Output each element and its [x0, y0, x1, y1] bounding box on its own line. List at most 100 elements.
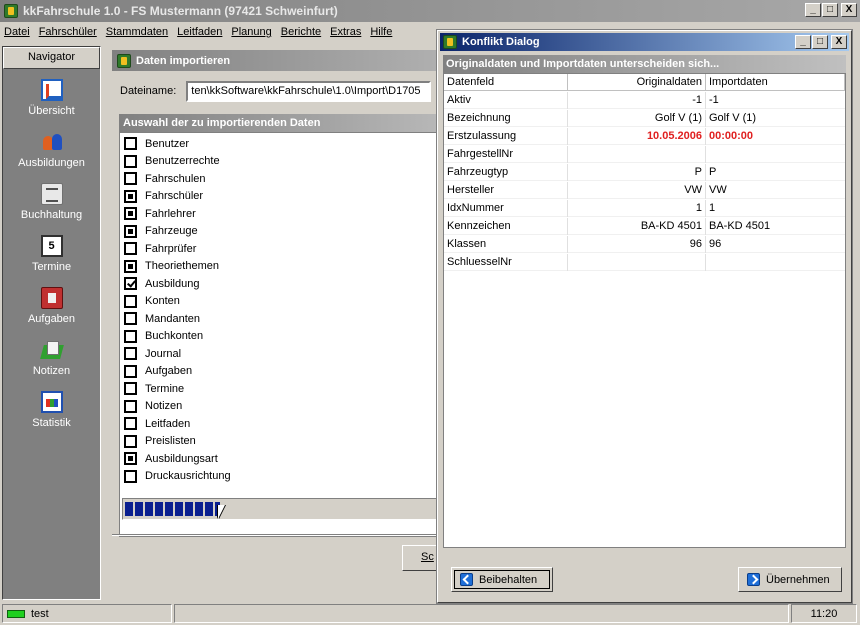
import-item[interactable]: Notizen [124, 398, 182, 415]
nav-item-buchhaltung[interactable]: Buchhaltung [3, 183, 100, 221]
menu-extras[interactable]: Extras [330, 26, 361, 38]
back-arrow-icon [460, 573, 473, 586]
cell-import [706, 254, 845, 271]
import-item[interactable]: Leitfaden [124, 415, 190, 432]
people-icon [41, 131, 63, 153]
overview-icon [40, 79, 63, 101]
minimize-button[interactable]: _ [805, 3, 821, 17]
import-item-checkbox[interactable] [124, 417, 137, 430]
mouse-pointer-icon [218, 505, 232, 519]
import-item-checkbox[interactable] [124, 364, 137, 378]
import-item[interactable]: Ausbildungsart [124, 450, 218, 467]
menu-berichte[interactable]: Berichte [281, 26, 321, 38]
import-item-checkbox[interactable] [124, 242, 137, 255]
import-item-checkbox[interactable] [124, 137, 137, 150]
close-button[interactable]: X [841, 3, 857, 17]
import-item-checkbox[interactable] [124, 259, 137, 273]
column-header-originaldaten[interactable]: Originaldaten [568, 74, 706, 91]
nav-item-statistik[interactable]: Statistik [3, 391, 100, 429]
menu-fahrschueler[interactable]: Fahrschüler [39, 26, 97, 38]
import-selection-list: Benutzer Benutzerrechte Fahrschulen Fahrsch… [119, 132, 442, 537]
apply-button-label: Übernehmen [766, 573, 830, 586]
import-item[interactable]: Preislisten [124, 433, 196, 450]
import-item-checkbox[interactable] [124, 382, 137, 395]
menu-datei[interactable]: Datei [4, 26, 30, 38]
import-item-checkbox[interactable] [124, 294, 137, 308]
import-item-checkbox[interactable] [124, 189, 137, 203]
import-item[interactable]: Fahrlehrer [124, 205, 196, 222]
import-item[interactable]: Termine [124, 380, 184, 397]
table-row[interactable]: Hersteller VW VW [444, 182, 845, 199]
table-row[interactable]: Erstzulassung 10.05.2006 00:00:00 [444, 128, 845, 145]
dialog-maximize-button[interactable]: □ [812, 35, 828, 49]
import-item-checkbox[interactable] [124, 172, 137, 185]
import-item-label: Fahrschüler [145, 190, 204, 202]
keep-button[interactable]: Beibehalten [451, 567, 553, 592]
dialog-close-button[interactable]: X [831, 35, 847, 49]
import-item-label: Journal [145, 347, 182, 360]
import-item[interactable]: Konten [124, 293, 180, 310]
table-row[interactable]: Aktiv -1 -1 [444, 92, 845, 109]
menu-hilfe[interactable]: Hilfe [370, 26, 392, 38]
import-item[interactable]: Ausbildung [124, 275, 199, 292]
import-item-checkbox[interactable] [124, 452, 137, 465]
import-item[interactable]: Mandanten [124, 310, 200, 327]
table-row[interactable]: Klassen 96 96 [444, 236, 845, 253]
nav-label: Übersicht [28, 105, 75, 117]
nav-item-notizen[interactable]: Notizen [3, 339, 100, 377]
dialog-minimize-button[interactable]: _ [795, 35, 811, 49]
import-window: Daten importieren Dateiname: ten\kkSoftw… [112, 50, 452, 595]
import-item-checkbox[interactable] [124, 434, 137, 448]
menu-stammdaten[interactable]: Stammdaten [106, 26, 168, 38]
apply-button[interactable]: Übernehmen [738, 567, 842, 592]
column-header-datenfeld[interactable]: Datenfeld [444, 74, 568, 91]
table-row[interactable]: IdxNummer 1 1 [444, 200, 845, 217]
import-item-label: Aufgaben [145, 365, 193, 377]
import-item-label: Konten [145, 295, 180, 307]
table-row[interactable]: SchluesselNr [444, 254, 845, 271]
import-item-checkbox[interactable] [124, 347, 137, 360]
import-item-checkbox[interactable] [124, 154, 137, 168]
cell-field: FahrgestellNr [444, 146, 568, 163]
nav-item-uebersicht[interactable]: Übersicht [3, 79, 100, 117]
import-item-checkbox[interactable] [124, 207, 137, 220]
table-row[interactable]: Kennzeichen BA-KD 4501 BA-KD 4501 [444, 218, 845, 235]
table-row[interactable]: FahrgestellNr [444, 146, 845, 163]
cell-original: 1 [568, 200, 706, 217]
table-row[interactable]: Fahrzeugtyp P P [444, 164, 845, 181]
nav-label: Aufgaben [27, 313, 76, 325]
nav-item-ausbildungen[interactable]: Ausbildungen [3, 131, 100, 169]
import-item[interactable]: Benutzerrechte [124, 153, 220, 170]
import-item-label: Fahrlehrer [145, 207, 196, 220]
column-header-importdaten[interactable]: Importdaten [706, 74, 845, 91]
menu-leitfaden[interactable]: Leitfaden [177, 26, 222, 38]
table-row[interactable]: Bezeichnung Golf V (1) Golf V (1) [444, 110, 845, 127]
nav-item-aufgaben[interactable]: Aufgaben [3, 287, 100, 325]
import-item[interactable]: Druckausrichtung [124, 468, 231, 485]
import-item[interactable]: Fahrprüfer [124, 240, 196, 257]
import-item-checkbox[interactable] [124, 329, 137, 343]
import-item-checkbox[interactable] [124, 399, 137, 413]
import-item-label: Leitfaden [145, 417, 191, 430]
cell-original: BA-KD 4501 [568, 218, 706, 235]
menu-planung[interactable]: Planung [231, 26, 271, 38]
import-item[interactable]: Fahrzeuge [124, 223, 198, 240]
import-item[interactable]: Aufgaben [124, 363, 192, 380]
import-item-label: Preislisten [145, 435, 196, 447]
import-item[interactable]: Buchkonten [124, 328, 203, 345]
nav-label: Statistik [32, 417, 71, 429]
import-item-checkbox[interactable] [124, 469, 137, 483]
import-item[interactable]: Benutzer [124, 135, 189, 152]
import-item[interactable]: Fahrschulen [124, 170, 206, 187]
filename-input[interactable]: ten\kkSoftware\kkFahrschule\1.0\Import\D… [186, 80, 432, 102]
import-item-checkbox[interactable] [124, 224, 137, 238]
filename-label: Dateiname: [120, 85, 177, 97]
import-item-checkbox[interactable] [124, 277, 137, 290]
import-item-checkbox[interactable] [124, 312, 137, 325]
import-item[interactable]: Fahrschüler [124, 188, 203, 205]
nav-item-termine[interactable]: 5 Termine [3, 235, 100, 273]
import-item[interactable]: Theoriethemen [124, 258, 219, 275]
import-item[interactable]: Journal [124, 345, 181, 362]
cell-original: Golf V (1) [568, 110, 706, 127]
maximize-button[interactable]: □ [822, 3, 838, 17]
